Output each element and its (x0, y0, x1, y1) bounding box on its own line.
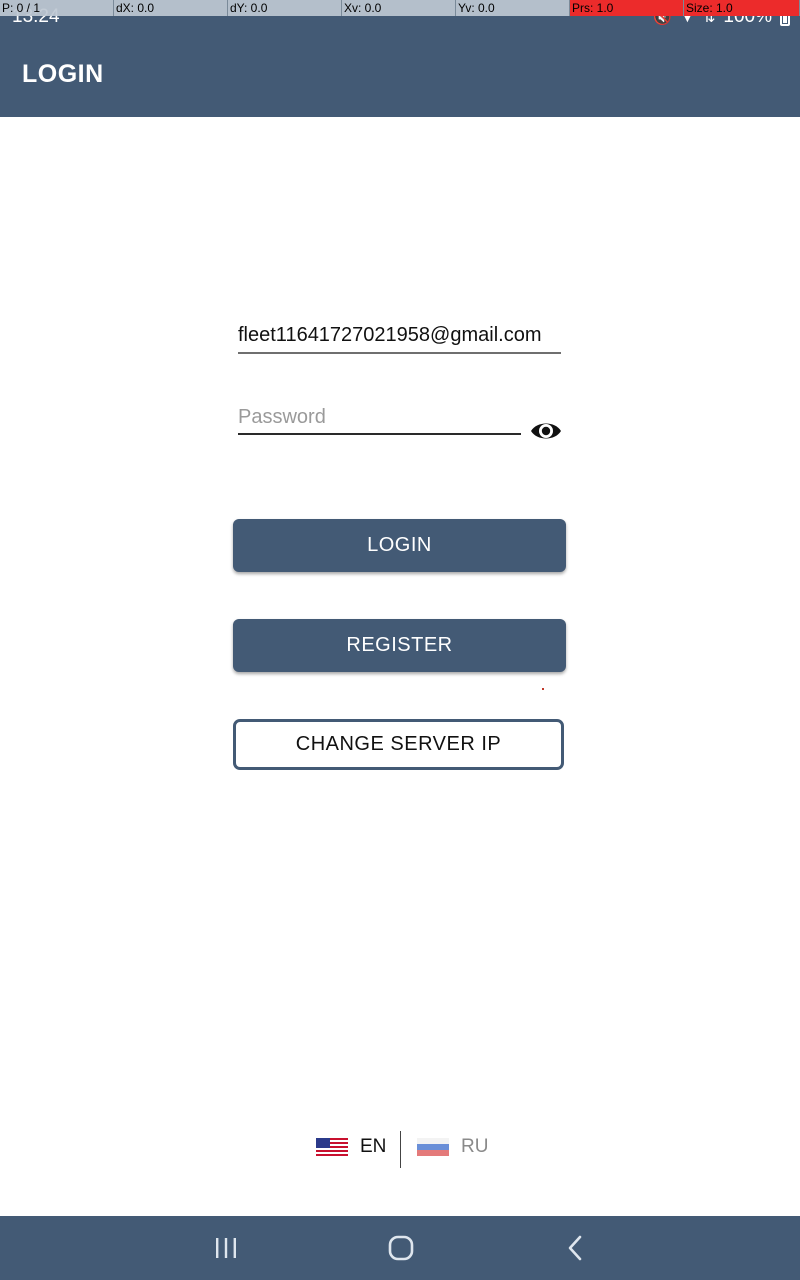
register-button[interactable]: REGISTER (233, 619, 566, 672)
language-option-en[interactable]: EN (316, 1136, 386, 1158)
language-label-ru: RU (461, 1136, 489, 1157)
app-bar: LOGIN (0, 36, 800, 117)
change-server-ip-button[interactable]: CHANGE SERVER IP (233, 719, 564, 770)
recents-icon[interactable] (206, 1230, 246, 1266)
debug-pointer-count: P: 0 / 1 (0, 0, 114, 16)
navigation-bar (0, 1216, 800, 1280)
debug-size: Size: 1.0 (684, 0, 800, 16)
page-title: LOGIN (22, 60, 104, 88)
language-label-en: EN (360, 1136, 387, 1157)
email-field[interactable]: fleet11641727021958@gmail.com (238, 322, 561, 354)
back-icon[interactable] (556, 1230, 596, 1266)
debug-yv: Yv: 0.0 (456, 0, 570, 16)
pointer-location-overlay: P: 0 / 1 dX: 0.0 dY: 0.0 Xv: 0.0 Yv: 0.0… (0, 0, 800, 16)
eye-icon[interactable] (530, 417, 562, 445)
debug-dx: dX: 0.0 (114, 0, 228, 16)
home-icon[interactable] (381, 1230, 421, 1266)
debug-dy: dY: 0.0 (228, 0, 342, 16)
touch-dot (542, 688, 544, 690)
ru-flag-icon (417, 1138, 449, 1156)
debug-pressure: Prs: 1.0 (570, 0, 684, 16)
login-button[interactable]: LOGIN (233, 519, 566, 572)
us-flag-icon (316, 1138, 348, 1156)
debug-xv: Xv: 0.0 (342, 0, 456, 16)
language-option-ru[interactable]: RU (417, 1136, 488, 1158)
password-field[interactable]: Password (238, 404, 521, 435)
language-divider (400, 1131, 401, 1168)
